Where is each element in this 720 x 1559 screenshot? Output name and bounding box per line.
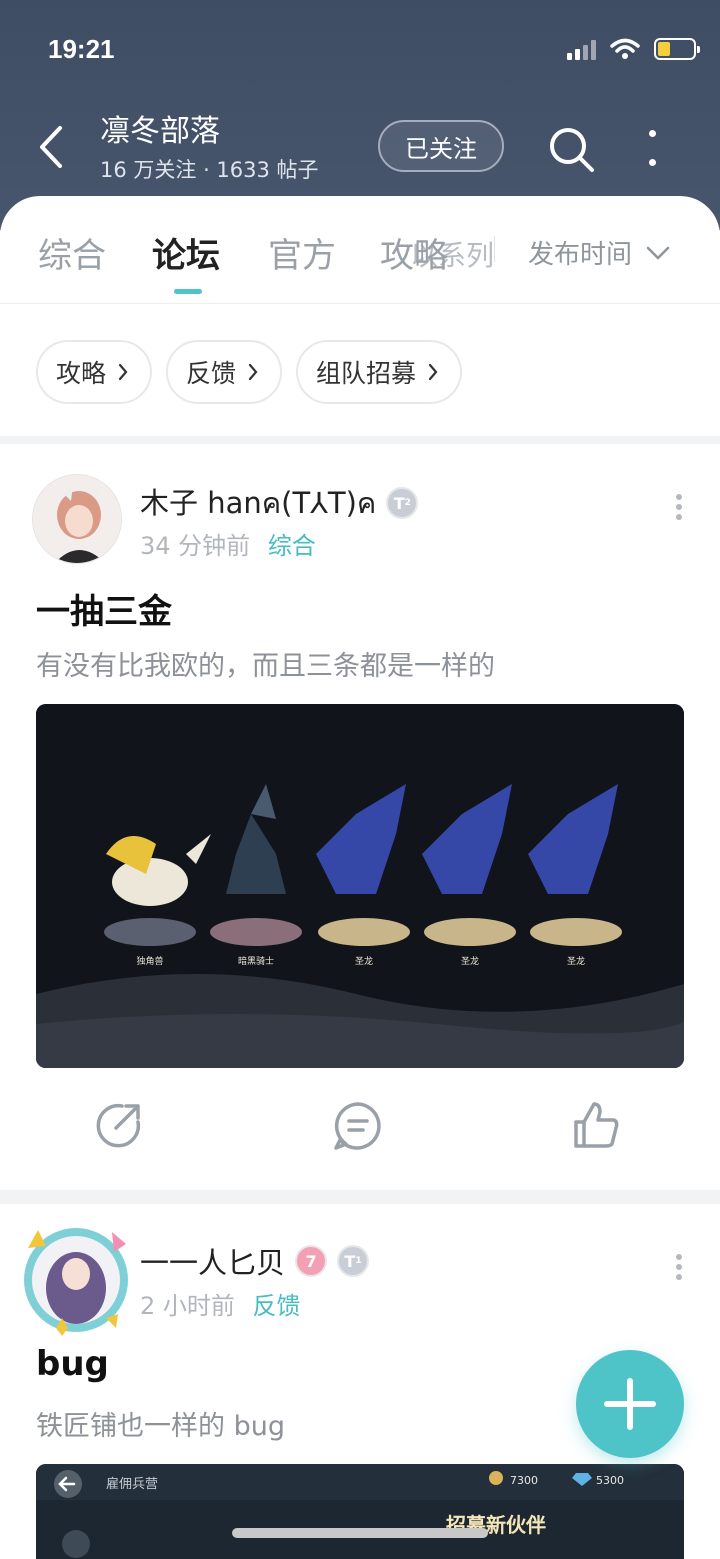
pink-level-badge: 7 xyxy=(295,1245,328,1277)
wifi-icon xyxy=(610,38,640,59)
image-label: 暗黑骑士 xyxy=(238,955,274,967)
level-badge: T2 xyxy=(386,487,419,519)
chip-label: 攻略 xyxy=(56,359,107,388)
level-badge: T1 xyxy=(337,1245,370,1277)
post-actions xyxy=(0,1096,720,1166)
image-label: 圣龙 xyxy=(461,955,479,967)
like-icon[interactable] xyxy=(570,1100,622,1152)
post-meta: 2 小时前 反馈 xyxy=(140,1286,301,1321)
image-label: 圣龙 xyxy=(355,955,373,967)
chip-feedback[interactable]: 反馈 xyxy=(166,340,283,404)
new-post-button[interactable] xyxy=(576,1350,684,1458)
author-name-row: 一一人匕贝 7 T1 xyxy=(140,1240,370,1282)
post-section-link[interactable]: 综合 xyxy=(268,532,316,560)
more-menu-button[interactable] xyxy=(640,126,664,170)
chevron-right-icon xyxy=(118,363,128,381)
post-more-button[interactable] xyxy=(676,1254,684,1280)
club-stats: 16 万关注 · 1633 帖子 xyxy=(100,158,319,182)
status-icons xyxy=(567,38,700,60)
category-chips: 攻略 反馈 组队招募 xyxy=(36,340,463,404)
chip-label: 反馈 xyxy=(186,359,237,388)
tab-guide[interactable]: 攻略 xyxy=(380,228,448,277)
search-icon[interactable] xyxy=(546,124,596,174)
badge-letter: T xyxy=(344,1251,356,1271)
home-indicator xyxy=(232,1528,488,1538)
sort-dropdown[interactable]: 发布时间 xyxy=(528,234,670,271)
follow-button[interactable]: 已关注 xyxy=(378,120,504,172)
chip-guide[interactable]: 攻略 xyxy=(36,340,153,404)
post-more-button[interactable] xyxy=(676,494,684,520)
post-meta: 34 分钟前 综合 xyxy=(140,526,316,561)
post-time: 2 小时前 xyxy=(140,1292,235,1320)
post-image[interactable]: 雇佣兵营 7300 5300 招募新伙伴 xyxy=(36,1464,684,1559)
image-label: 独角兽 xyxy=(136,955,163,967)
badge-letter: T xyxy=(393,493,405,513)
plus-icon xyxy=(604,1378,656,1430)
author-avatar[interactable] xyxy=(32,474,122,564)
post-body: 有没有比我欧的，而且三条都是一样的 xyxy=(36,651,495,682)
image-gold-value: 7300 xyxy=(510,1474,538,1487)
tab-divider xyxy=(494,236,495,262)
tab-bar: 综合 论坛 官方 以系列 攻略 发布时间 xyxy=(0,196,720,304)
author-name-row: 木子 hanค(T⅄T)ค T2 xyxy=(140,480,419,526)
post-body: 铁匠铺也一样的 bug xyxy=(36,1411,285,1442)
tab-sheet: 综合 论坛 官方 以系列 攻略 发布时间 攻略 反馈 组队招募 xyxy=(0,196,720,436)
post-title: bug xyxy=(36,1344,109,1384)
signal-icon xyxy=(567,38,596,60)
active-tab-indicator xyxy=(174,289,202,294)
share-icon[interactable] xyxy=(92,1100,144,1152)
chevron-right-icon xyxy=(248,363,258,381)
comment-icon[interactable] xyxy=(332,1100,384,1152)
post-section-link[interactable]: 反馈 xyxy=(253,1292,301,1320)
battery-icon xyxy=(654,38,700,60)
chip-team-recruit[interactable]: 组队招募 xyxy=(296,340,463,404)
post-title: 一抽三金 xyxy=(36,592,172,632)
chevron-down-icon xyxy=(646,246,670,260)
badge-level: 2 xyxy=(404,498,411,508)
image-header-label: 雇佣兵营 xyxy=(106,1476,158,1492)
image-label: 圣龙 xyxy=(567,955,585,967)
post-image[interactable]: 独角兽 暗黑骑士 圣龙 圣龙 圣龙 xyxy=(36,704,684,1068)
tab-general[interactable]: 综合 xyxy=(38,228,106,277)
status-time: 19:21 xyxy=(48,34,115,64)
post-time: 34 分钟前 xyxy=(140,532,251,560)
image-gem-value: 5300 xyxy=(596,1474,624,1487)
chip-label: 组队招募 xyxy=(316,359,417,388)
tab-forum[interactable]: 论坛 xyxy=(152,228,220,277)
author-name[interactable]: 一一人匕贝 xyxy=(140,1240,285,1282)
back-arrow-icon[interactable] xyxy=(34,122,74,172)
tab-official[interactable]: 官方 xyxy=(268,228,336,277)
badge-level: 1 xyxy=(355,1256,362,1266)
author-name[interactable]: 木子 hanค(T⅄T)ค xyxy=(140,480,376,526)
club-title: 凛冬部落 xyxy=(100,114,220,149)
sort-label: 发布时间 xyxy=(528,240,633,270)
post-card[interactable]: 木子 hanค(T⅄T)ค T2 34 分钟前 综合 一抽三金 有没有比我欧的，… xyxy=(0,444,720,1190)
author-avatar[interactable] xyxy=(16,1218,136,1342)
chevron-right-icon xyxy=(428,363,438,381)
